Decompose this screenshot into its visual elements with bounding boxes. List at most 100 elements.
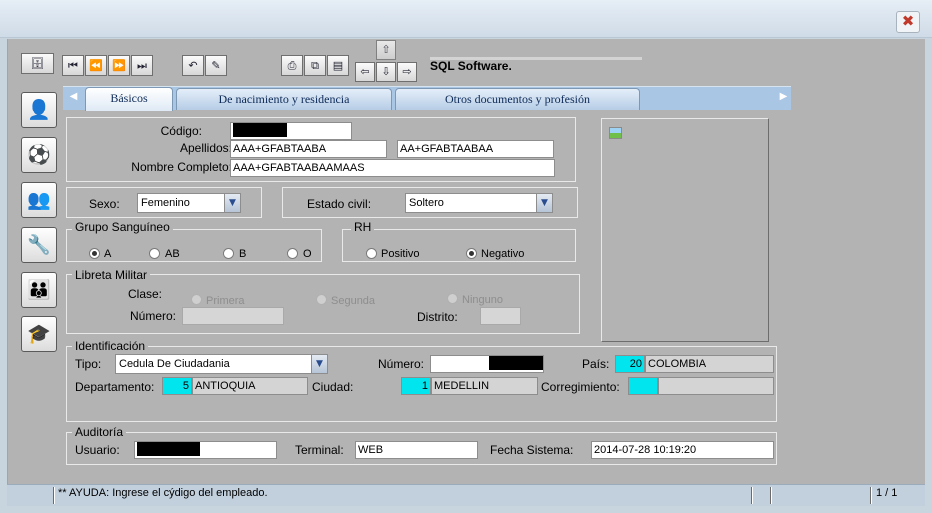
- previous-record-icon: ⏪: [89, 59, 103, 72]
- arrow-right-icon: ⇨: [402, 65, 412, 78]
- codigo-redacted: [233, 123, 287, 137]
- arrow-up-icon: ⇧: [381, 43, 391, 56]
- identificacion-title: Identificación: [72, 339, 149, 353]
- rh-negativo-label: Negativo: [481, 248, 525, 260]
- photo-frame[interactable]: [601, 118, 769, 342]
- ciudad-label: Ciudad:: [312, 380, 354, 394]
- sidebar-people-button[interactable]: 👥: [21, 182, 57, 218]
- libreta-numero-label: Número:: [129, 309, 176, 323]
- database-button[interactable]: 🗄: [21, 53, 54, 74]
- rh-negativo-radio[interactable]: [466, 248, 477, 259]
- blood-o-radio[interactable]: [287, 248, 298, 259]
- tools-icon: 🔧: [27, 234, 51, 256]
- fecha-sistema-field: 2014-07-28 10:19:20: [591, 441, 774, 459]
- pais-label: País:: [582, 357, 610, 371]
- last-record-button[interactable]: ⏭: [131, 55, 153, 76]
- report-button[interactable]: ▤: [327, 55, 349, 76]
- close-icon: ✖: [901, 12, 915, 30]
- departamento-name-field: ANTIOQUIA: [192, 377, 308, 395]
- print-icon: ⎙: [287, 59, 297, 72]
- clase-segunda-radio[interactable]: [316, 294, 327, 305]
- id-numero-redacted: [489, 356, 543, 370]
- ciudad-code-input[interactable]: 1: [401, 377, 431, 395]
- soccer-ball-icon: ⚽: [27, 144, 51, 166]
- usuario-field: [134, 441, 277, 459]
- corregimiento-code-input[interactable]: [628, 377, 658, 395]
- copy-icon: ⧉: [311, 59, 319, 72]
- clase-label: Clase:: [127, 287, 162, 301]
- edit-button[interactable]: ✎: [205, 55, 227, 76]
- fecha-sistema-label: Fecha Sistema:: [490, 443, 574, 457]
- sidebar-employee-button[interactable]: 👤: [21, 92, 57, 128]
- next-record-button[interactable]: ⏩: [108, 55, 130, 76]
- arrow-left-icon: ⇦: [360, 65, 370, 78]
- departamento-label: Departamento:: [75, 380, 155, 394]
- nav-left-button[interactable]: ⇦: [355, 62, 375, 82]
- tab-nacimiento-residencia[interactable]: De nacimiento y residencia: [176, 88, 392, 110]
- blood-b-label: B: [239, 248, 247, 260]
- tipo-value: Cedula De Ciudadania: [119, 358, 230, 370]
- estado-civil-label: Estado civil:: [307, 197, 372, 211]
- id-numero-label: Número:: [378, 357, 425, 371]
- clase-ninguno-label: Ninguno: [462, 294, 503, 306]
- ciudad-name-field: MEDELLIN: [431, 377, 538, 395]
- libreta-militar-title: Libreta Militar: [72, 268, 151, 282]
- codigo-input[interactable]: [230, 122, 352, 140]
- window-titlebar: [0, 0, 932, 38]
- status-page-indicator: 1 / 1: [876, 487, 898, 499]
- nav-down-button[interactable]: ⇩: [376, 62, 396, 82]
- nav-up-button[interactable]: ⇧: [376, 40, 396, 60]
- clase-primera-radio[interactable]: [191, 294, 202, 305]
- employee-icon: 👤: [27, 99, 51, 121]
- tipo-select[interactable]: Cedula De Ciudadania: [115, 354, 328, 374]
- codigo-label: Código:: [160, 124, 202, 138]
- estado-civil-select[interactable]: Soltero: [405, 193, 553, 213]
- pais-code-input[interactable]: 20: [615, 355, 645, 373]
- nav-right-button[interactable]: ⇨: [397, 62, 417, 82]
- clase-ninguno-radio[interactable]: [447, 293, 458, 304]
- previous-record-button[interactable]: ⏪: [85, 55, 107, 76]
- rh-title: RH: [351, 220, 375, 234]
- sexo-label: Sexo:: [89, 197, 120, 211]
- nombre-completo-input[interactable]: AAA+GFABTAABAAMAAS: [230, 159, 555, 177]
- close-button[interactable]: ✖: [896, 11, 920, 33]
- blood-a-radio[interactable]: [89, 248, 100, 259]
- libreta-numero-input[interactable]: [182, 307, 284, 325]
- estado-civil-dropdown-icon[interactable]: ▼: [536, 194, 552, 212]
- tab-scroll-left-icon[interactable]: ◀: [66, 88, 81, 106]
- sidebar-tools-button[interactable]: 🔧: [21, 227, 57, 263]
- first-record-button[interactable]: ⏮: [62, 55, 84, 76]
- copy-button[interactable]: ⧉: [304, 55, 326, 76]
- print-button[interactable]: ⎙: [281, 55, 303, 76]
- clase-segunda-label: Segunda: [331, 295, 376, 307]
- tipo-dropdown-icon[interactable]: ▼: [311, 355, 327, 373]
- distrito-input[interactable]: [480, 307, 521, 325]
- edit-icon: ✎: [211, 59, 221, 72]
- rh-positivo-radio[interactable]: [366, 248, 377, 259]
- departamento-code-input[interactable]: 5: [162, 377, 192, 395]
- sexo-value: Femenino: [141, 197, 190, 209]
- tab-scroll-right-icon[interactable]: ▶: [776, 88, 791, 106]
- rh-positivo-label: Positivo: [381, 248, 420, 260]
- sexo-dropdown-icon[interactable]: ▼: [224, 194, 240, 212]
- apellido2-input[interactable]: AA+GFABTAABAA: [397, 140, 554, 158]
- apellido1-input[interactable]: AAA+GFABTAABA: [230, 140, 387, 158]
- terminal-field: WEB: [355, 441, 478, 459]
- blood-ab-radio[interactable]: [149, 248, 160, 259]
- status-help-text: ** AYUDA: Ingrese el cýdigo del empleado…: [58, 487, 268, 499]
- undo-button[interactable]: ↶: [182, 55, 204, 76]
- id-numero-input[interactable]: [430, 355, 544, 373]
- grupo-sanguineo-title: Grupo Sanguíneo: [72, 220, 173, 234]
- tab-otros-documentos[interactable]: Otros documentos y profesión: [395, 88, 640, 110]
- blood-b-radio[interactable]: [223, 248, 234, 259]
- sidebar-teacher-button[interactable]: 🎓: [21, 316, 57, 352]
- tab-basicos[interactable]: Básicos: [85, 87, 173, 111]
- status-separator: [53, 487, 55, 504]
- people-icon: 👥: [27, 189, 51, 211]
- report-icon: ▤: [332, 59, 344, 72]
- arrow-down-icon: ⇩: [381, 65, 391, 78]
- pais-name-field: COLOMBIA: [645, 355, 774, 373]
- estado-civil-value: Soltero: [409, 197, 444, 209]
- sidebar-sports-button[interactable]: ⚽: [21, 137, 57, 173]
- sidebar-group-button[interactable]: 👪: [21, 272, 57, 308]
